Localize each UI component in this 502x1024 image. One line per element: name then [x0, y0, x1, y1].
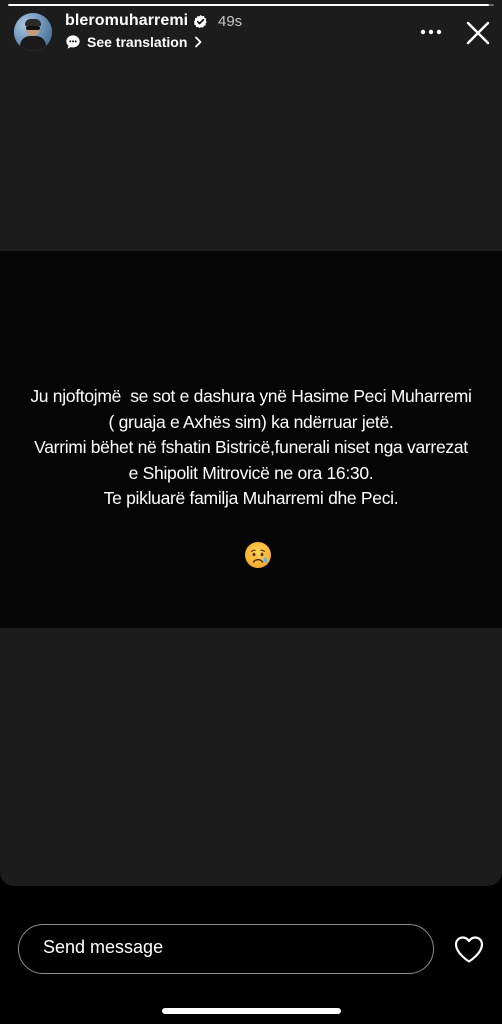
story-card[interactable]: bleromuharremi 49s See translation Ju nj… — [0, 0, 502, 886]
story-text-line: ( gruaja e Axhës sim) ka ndërruar jetë. — [108, 411, 394, 432]
close-icon[interactable] — [464, 19, 492, 47]
see-translation-button[interactable]: See translation — [65, 33, 203, 51]
username[interactable]: bleromuharremi — [65, 12, 188, 30]
story-text-line: Ju njoftojmë se sot e dashura ynë Hasime… — [30, 386, 472, 406]
story-screen: bleromuharremi 49s See translation Ju nj… — [0, 0, 502, 1024]
send-message-input[interactable] — [18, 924, 434, 974]
heart-icon[interactable] — [453, 934, 485, 964]
verified-badge-icon — [193, 14, 207, 29]
home-indicator[interactable] — [162, 1008, 341, 1014]
translate-icon — [66, 35, 80, 49]
see-translation-label: See translation — [87, 34, 188, 50]
story-timestamp: 49s — [218, 13, 243, 30]
chevron-right-icon — [195, 36, 202, 48]
story-announcement-text: Ju njoftojmë se sot e dashura ynë Hasime… — [0, 384, 502, 512]
story-text-line: Varrimi bëhet në fshatin Bistricë,funera… — [34, 437, 468, 457]
sad-face-emoji-icon — [245, 542, 271, 568]
story-header: bleromuharremi 49s See translation — [0, 0, 502, 70]
story-text-line: Te pikluarë familja Muharremi dhe Peci. — [103, 488, 399, 508]
story-text-line: e Shipolit Mitrovicë ne ora 16:30. — [128, 462, 374, 483]
more-icon[interactable] — [420, 22, 442, 42]
avatar[interactable] — [14, 13, 52, 51]
